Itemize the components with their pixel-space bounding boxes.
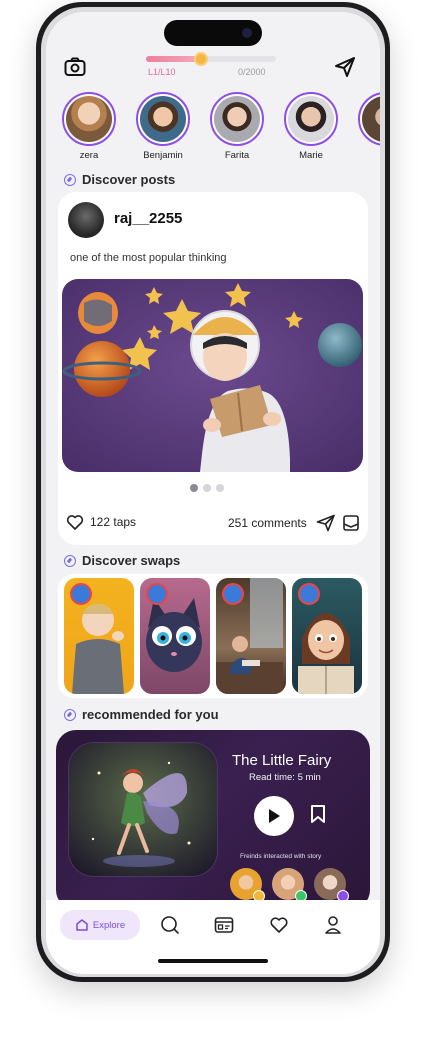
story-title: The Little Fairy xyxy=(232,752,332,769)
story-cover-image[interactable] xyxy=(68,742,218,877)
section-title: Discover swaps xyxy=(82,553,181,568)
story-item[interactable]: zera xyxy=(60,92,118,168)
avatar xyxy=(70,583,92,605)
avatar[interactable] xyxy=(272,868,307,902)
story-name: zera xyxy=(79,150,99,161)
avatar xyxy=(298,583,320,605)
level-label: L1/L10 xyxy=(148,67,176,77)
post-card: raj__2255 one of the most popular thinki… xyxy=(58,192,368,545)
share-icon[interactable] xyxy=(316,514,336,537)
story-item[interactable]: Farita xyxy=(208,92,266,168)
story-name: Farita xyxy=(224,150,250,161)
avatar xyxy=(222,583,244,605)
avatar xyxy=(146,583,168,605)
avatar[interactable] xyxy=(68,202,104,238)
level-progress-fill xyxy=(146,56,198,62)
friends-interacted-label: Freinds interacted with story xyxy=(240,853,322,860)
story-name: Benjamin xyxy=(143,150,183,161)
story-ring xyxy=(136,92,190,146)
front-camera xyxy=(242,28,252,38)
story-ring xyxy=(284,92,338,146)
nav-profile[interactable] xyxy=(318,910,348,940)
recommended-heading: recommended for you xyxy=(64,707,219,722)
read-time: Read time: 5 min xyxy=(249,772,321,783)
avatar[interactable] xyxy=(314,868,349,902)
carousel-dot[interactable] xyxy=(203,484,211,492)
dynamic-island xyxy=(164,20,262,46)
play-button[interactable] xyxy=(254,796,294,836)
camera-icon[interactable] xyxy=(62,54,88,80)
top-bar: L1/L10 0/2000 xyxy=(46,52,380,88)
home-indicator[interactable] xyxy=(158,959,268,963)
story-ring xyxy=(358,92,380,146)
post-actions: 122 taps 251 comments xyxy=(66,514,362,534)
story-ring xyxy=(62,92,116,146)
section-title: recommended for you xyxy=(82,707,219,722)
heart-icon xyxy=(270,917,288,933)
nav-search[interactable] xyxy=(155,910,185,940)
avatar[interactable] xyxy=(230,868,265,902)
compass-icon xyxy=(64,708,76,721)
story-item[interactable]: Marie xyxy=(282,92,340,168)
nav-explore-label: Explore xyxy=(92,919,126,931)
swap-card[interactable] xyxy=(292,578,362,694)
avatar xyxy=(66,96,112,142)
story-item[interactable] xyxy=(356,92,380,168)
carousel-dot[interactable] xyxy=(216,484,224,492)
avatar xyxy=(288,96,334,142)
discover-posts-heading: Discover posts xyxy=(64,172,175,187)
avatar xyxy=(362,96,380,142)
points-label: 0/2000 xyxy=(238,67,266,77)
home-icon xyxy=(76,919,88,931)
post-username[interactable]: raj__2255 xyxy=(114,210,182,227)
story-card-icon xyxy=(214,917,234,933)
comments-link[interactable]: 251 comments xyxy=(228,516,307,530)
search-icon xyxy=(161,916,179,934)
post-caption: one of the most popular thinking xyxy=(70,252,227,264)
story-name: Marie xyxy=(299,150,323,161)
compass-icon xyxy=(64,173,76,186)
profile-icon xyxy=(325,916,341,934)
post-image[interactable] xyxy=(62,279,363,472)
story-item[interactable]: Benjamin xyxy=(134,92,192,168)
level-progress-bar xyxy=(146,52,276,66)
coin-icon xyxy=(194,52,208,66)
play-icon xyxy=(269,809,280,823)
swaps-row xyxy=(58,574,368,698)
nav-explore[interactable]: Explore xyxy=(60,910,140,940)
send-icon[interactable] xyxy=(332,54,358,80)
bottom-navigation: Explore xyxy=(46,900,380,974)
swap-card[interactable] xyxy=(140,578,210,694)
avatar xyxy=(214,96,260,142)
carousel-dot[interactable] xyxy=(190,484,198,492)
friends-avatars xyxy=(230,868,349,902)
story-ring xyxy=(210,92,264,146)
swap-card[interactable] xyxy=(64,578,134,694)
discover-swaps-heading: Discover swaps xyxy=(64,553,180,568)
carousel-indicator[interactable] xyxy=(190,484,224,492)
compass-icon xyxy=(64,554,76,567)
tap-button[interactable]: 122 taps xyxy=(66,514,136,530)
avatar xyxy=(140,96,186,142)
heart-icon xyxy=(66,515,84,530)
recommended-story-card[interactable]: The Little Fairy Read time: 5 min Freind… xyxy=(56,730,370,910)
nav-stories[interactable] xyxy=(209,910,239,940)
app-screen: L1/L10 0/2000 zera Benjamin Farita Marie xyxy=(46,12,380,974)
bookmark-icon[interactable] xyxy=(342,514,360,537)
nav-favorites[interactable] xyxy=(264,910,294,940)
taps-count: 122 taps xyxy=(90,515,137,529)
stories-row: zera Benjamin Farita Marie xyxy=(46,92,380,168)
swap-card[interactable] xyxy=(216,578,286,694)
bookmark-icon[interactable] xyxy=(310,804,326,829)
section-title: Discover posts xyxy=(82,172,176,187)
